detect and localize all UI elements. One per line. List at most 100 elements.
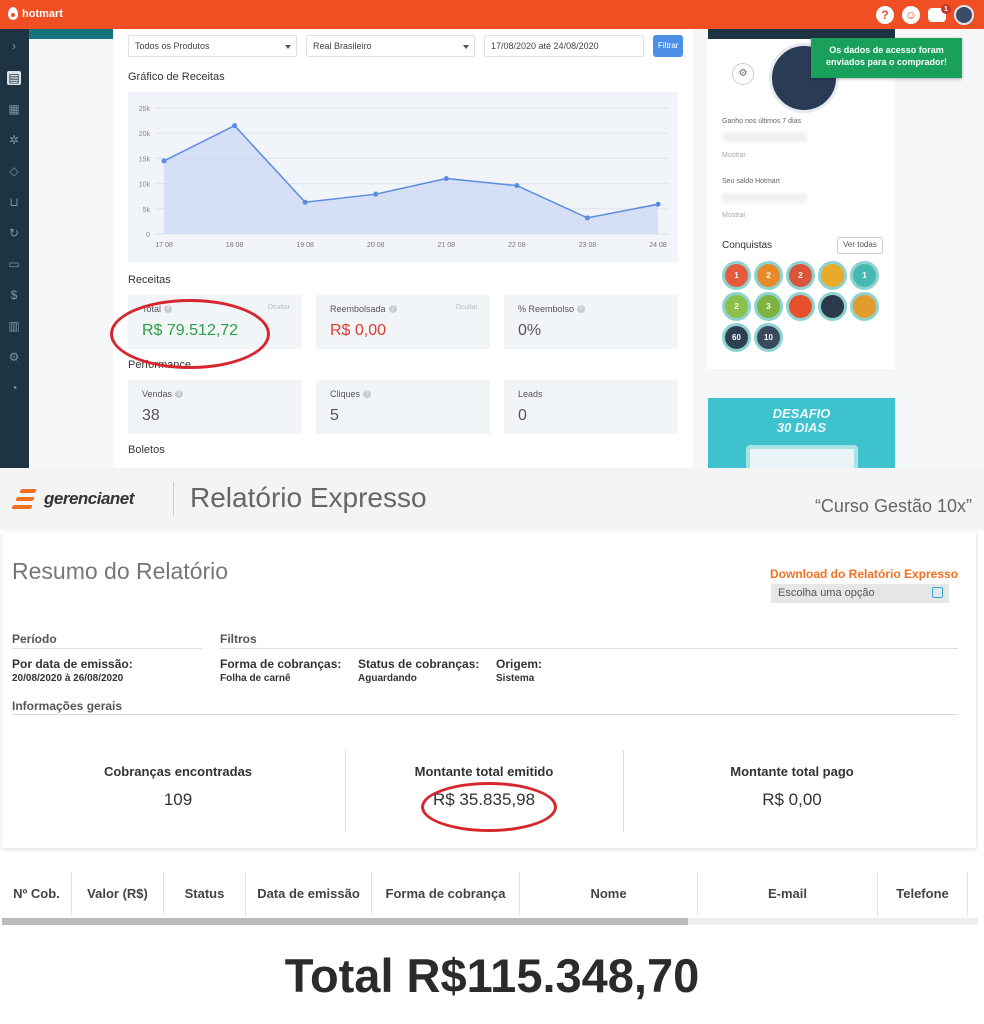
data-point[interactable] [655,201,661,207]
table-header[interactable]: Forma de cobrança [372,872,520,916]
x-tick-label: 24 08 [649,242,667,249]
scrollbar-thumb[interactable] [2,918,688,925]
currency-select-value: Real Brasileiro [313,41,372,51]
card-label: Vendas [142,389,173,399]
origem-label: Origem: [496,657,543,671]
table-header[interactable]: Nome [520,872,698,916]
achievement-medal-icon[interactable] [818,261,847,290]
hotmart-topbar: hotmart ? ☺ 1 [0,0,984,29]
achievement-medal-icon[interactable]: 3 [754,292,783,321]
chevron-down-icon [463,45,469,49]
achievement-medal-icon[interactable]: 10 [754,323,783,352]
achievement-medal-icon[interactable]: 2 [754,261,783,290]
dashboard-gauge-icon[interactable]: ◔ [7,381,21,395]
card-label: Leads [518,389,543,399]
refresh-icon[interactable]: ↻ [7,226,21,240]
data-point[interactable] [443,176,449,182]
card-percent-reembolso: % Reembolso? 0% [504,295,678,349]
chat-icon[interactable]: ▭ [7,257,21,271]
gerencianet-report: gerencianet Relatório Expresso “Curso Ge… [0,468,984,930]
banner-line2: 30 DIAS [776,420,827,435]
user-settings-icon[interactable]: ⚙ [732,63,754,85]
forma-value: Folha de carnê [220,673,291,684]
toast-notification: Os dados de acesso foram enviados para o… [811,38,962,78]
grid-icon[interactable]: ▦ [7,102,21,116]
chart-title: Gráfico de Receitas [128,71,225,83]
ver-todas-button[interactable]: Ver todas [837,237,883,254]
report-summary-card: Resumo do Relatório Download do Relatóri… [2,532,976,848]
achievement-medal-icon[interactable]: 1 [722,261,751,290]
achievement-medal-icon[interactable]: 2 [786,261,815,290]
table-header[interactable]: Valor (R$) [72,872,164,916]
help-icon[interactable]: ? [388,305,397,313]
achievement-medal-icon[interactable] [850,292,879,321]
ganho-label: Ganho nos últimos 7 dias [722,118,801,125]
dashboard-icon[interactable]: ▤ [7,71,21,85]
x-tick-label: 21 08 [438,242,456,249]
table-header[interactable]: E-mail [698,872,878,916]
avatar[interactable] [954,5,974,25]
table-header[interactable]: Status [164,872,246,916]
data-point[interactable] [302,199,308,205]
date-range-input[interactable]: 17/08/2020 até 24/08/2020 [484,35,644,57]
network-icon[interactable]: ✲ [7,133,21,147]
y-tick-label: 25k [139,106,151,113]
desafio-banner[interactable]: DESAFIO 30 DIAS [708,398,895,468]
card-cliques: Cliques? 5 [316,380,490,434]
y-tick-label: 5k [143,207,151,214]
gerencianet-logo[interactable]: gerencianet [11,487,134,511]
flame-icon [8,7,18,20]
conquistas-title: Conquistas [722,240,773,251]
horizontal-scrollbar[interactable] [2,918,978,925]
x-tick-label: 22 08 [508,242,526,249]
edit-icon [932,587,943,598]
hotmart-brand-name: hotmart [22,7,63,20]
help-icon[interactable]: ? [876,6,894,24]
card-label: % Reembolso [518,304,575,314]
show-link[interactable]: Mostrar [722,152,746,159]
highlight-circle [110,299,270,369]
data-point[interactable] [161,158,167,164]
cobrancas-value: 109 [163,790,193,809]
data-point[interactable] [584,215,590,221]
download-link[interactable]: Download do Relatório Expresso [770,567,958,581]
achievement-medal-icon[interactable]: 1 [850,261,879,290]
expand-icon[interactable]: › [7,39,21,53]
product-box-icon[interactable]: ◇ [7,164,21,178]
filter-button[interactable]: Filtrar [653,35,684,57]
hide-link[interactable]: Ocultar [267,304,290,311]
currency-select[interactable]: Real Brasileiro [306,35,475,57]
blurred-value [722,193,807,203]
table-header[interactable]: Telefone [878,872,968,916]
charges-table: Nº Cob. Valor (R$) Status Data de emissã… [2,872,982,922]
table-header[interactable]: Data de emissão [246,872,372,916]
show-link[interactable]: Mostrar [722,212,746,219]
data-point[interactable] [232,123,238,129]
hide-link[interactable]: Ocultar [455,304,478,311]
por-data-label: Por data de emissão: [12,657,133,671]
table-header[interactable]: Nº Cob. [2,872,72,916]
hotmart-logo[interactable]: hotmart [8,7,63,20]
achievement-medal-icon[interactable] [818,292,847,321]
achievement-medal-icon[interactable] [786,292,815,321]
products-select[interactable]: Todos os Produtos [128,35,297,57]
cart-icon[interactable]: ⊔ [7,195,21,209]
money-icon[interactable]: $ [7,288,21,302]
help-icon[interactable]: ? [577,305,586,313]
data-point[interactable] [373,191,379,197]
x-tick-label: 20 08 [367,242,385,249]
download-option-select[interactable]: Escolha uma opção [771,584,949,603]
montante-emitido-label: Montante total emitido [414,764,554,779]
help-icon[interactable]: ? [175,390,184,398]
banner-line1: DESAFIO [772,406,831,421]
screen-illustration [746,445,858,468]
saldo-label: Seu saldo Hotmart [722,178,780,185]
achievement-medal-icon[interactable]: 2 [722,292,751,321]
achievement-medal-icon[interactable]: 60 [722,323,751,352]
notifications-icon[interactable]: 1 [928,4,951,22]
support-icon[interactable]: ☺ [902,6,920,24]
data-point[interactable] [514,183,520,189]
settings-icon[interactable]: ⚙ [7,350,21,364]
report-icon[interactable]: ▥ [7,319,21,333]
help-icon[interactable]: ? [363,390,372,398]
